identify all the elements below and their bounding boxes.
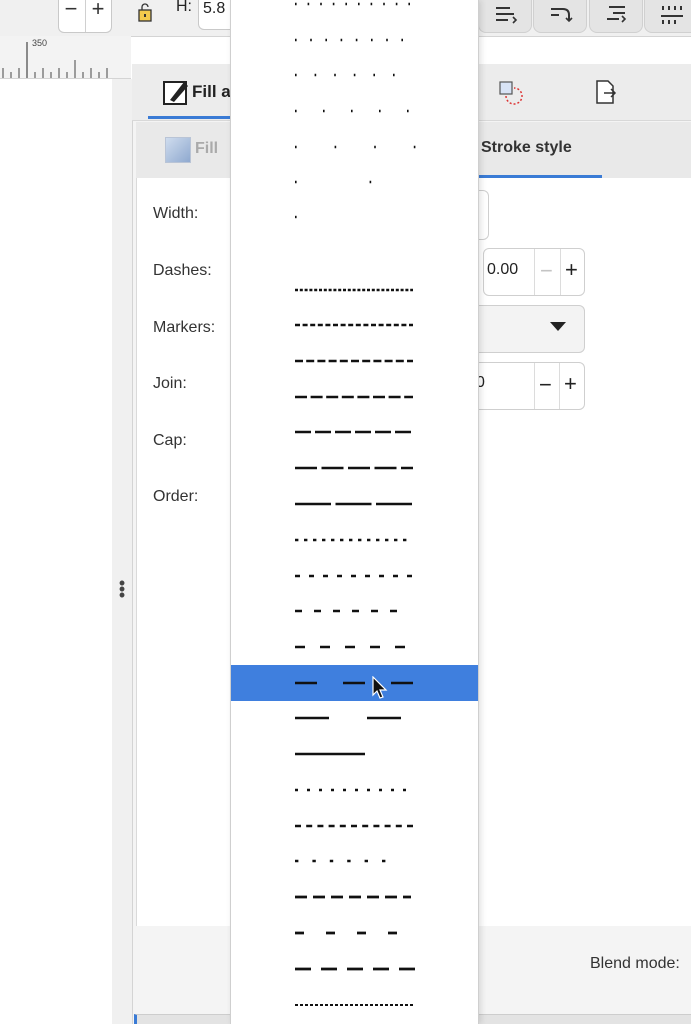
- lock-icon[interactable]: [134, 2, 156, 24]
- miter-limit-input[interactable]: − +: [470, 362, 585, 410]
- fill-stroke-icon: [163, 81, 188, 105]
- align-icon: [496, 7, 518, 24]
- mouse-pointer-icon: [372, 675, 388, 700]
- dash-pattern-list: [231, 2, 478, 1006]
- dash-offset-decrement[interactable]: −: [540, 258, 553, 284]
- distribute-button[interactable]: [644, 0, 691, 33]
- panel-splitter[interactable]: [112, 79, 132, 1024]
- dash-offset-increment[interactable]: +: [565, 257, 578, 283]
- markers-label: Markers:: [153, 319, 216, 336]
- height-label: H:: [176, 0, 192, 15]
- align-right-button[interactable]: [589, 0, 643, 33]
- join-label: Join:: [153, 375, 187, 392]
- blend-mode-label: Blend mode:: [590, 955, 680, 972]
- width-spinner-buttons: − +: [58, 0, 112, 33]
- export-icon: [596, 80, 617, 104]
- tab-transform[interactable]: [496, 78, 524, 106]
- tab-export[interactable]: [592, 78, 620, 106]
- canvas[interactable]: [0, 79, 112, 1024]
- dash-offset-value: 0.00: [487, 261, 519, 278]
- increment-button[interactable]: +: [86, 0, 110, 22]
- order-label: Order:: [153, 488, 199, 505]
- miter-decrement[interactable]: −: [539, 372, 552, 398]
- subtab-fill-label: Fill: [195, 140, 219, 157]
- align-curve-button[interactable]: [533, 0, 587, 33]
- fill-swatch-icon: [165, 137, 191, 163]
- drag-handle-icon[interactable]: • • •: [117, 574, 127, 604]
- width-label: Width:: [153, 205, 199, 222]
- dash-pattern-item-selected[interactable]: [231, 665, 478, 701]
- tab-fill-and-stroke[interactable]: Fill a: [148, 66, 232, 118]
- transform-icon: [499, 81, 523, 105]
- chevron-down-icon: [550, 322, 566, 331]
- subtab-fill[interactable]: Fill: [165, 137, 235, 163]
- markers-dropdown[interactable]: [470, 305, 585, 353]
- dashes-label: Dashes:: [153, 262, 212, 279]
- subtab-stroke-style[interactable]: Stroke style: [481, 139, 572, 157]
- ruler-label: 350: [32, 38, 48, 48]
- distribute-icon: [661, 6, 683, 24]
- align-right-icon: [607, 6, 627, 23]
- cap-label: Cap:: [153, 432, 187, 449]
- align-button[interactable]: [478, 0, 532, 33]
- horizontal-ruler: 350: [0, 36, 131, 79]
- tab-label: Fill a: [192, 82, 231, 101]
- dash-pattern-menu[interactable]: [230, 0, 479, 1024]
- align-curve-icon: [551, 8, 573, 23]
- miter-increment[interactable]: +: [564, 371, 577, 397]
- active-tab-indicator: [148, 116, 232, 119]
- decrement-button[interactable]: −: [59, 0, 83, 22]
